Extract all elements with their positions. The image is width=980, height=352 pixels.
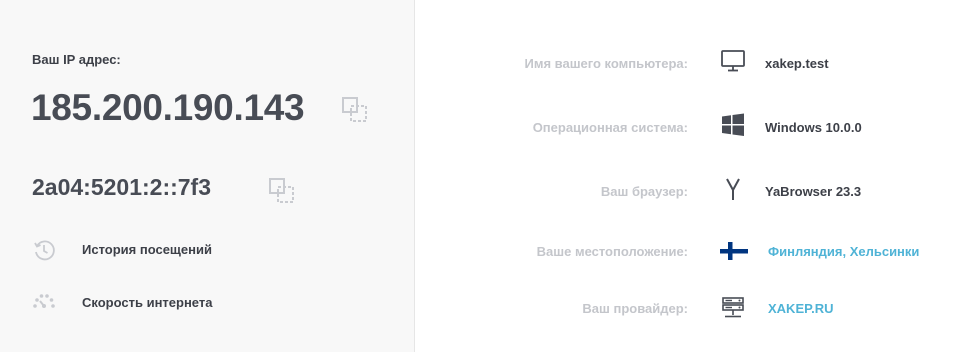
- history-icon: [34, 240, 55, 261]
- yandex-browser-icon: [726, 178, 740, 200]
- speed-link-label: Скорость интернета: [82, 295, 213, 310]
- history-link-label: История посещений: [82, 242, 212, 257]
- ipv6-address[interactable]: 2a04:5201:2::7f3: [32, 174, 211, 201]
- os-label: Операционная система:: [532, 120, 688, 135]
- windows-icon: [722, 113, 744, 136]
- provider-label: Ваш провайдер:: [582, 301, 688, 316]
- browser-label: Ваш браузер:: [600, 184, 688, 199]
- speedometer-icon: [33, 294, 55, 308]
- provider-value-link[interactable]: XAKEP.RU: [768, 301, 834, 316]
- location-label: Ваше местоположение:: [536, 244, 688, 259]
- os-value: Windows 10.0.0: [765, 120, 862, 135]
- computer-name-label: Имя вашего компьютера:: [524, 56, 688, 71]
- ip-label: Ваш IP адрес:: [32, 52, 121, 67]
- copy-ipv4-icon[interactable]: [341, 96, 369, 124]
- computer-name-value: xakep.test: [765, 56, 829, 71]
- ipv4-address[interactable]: 185.200.190.143: [31, 87, 305, 129]
- system-info-panel: [415, 0, 980, 352]
- monitor-icon: [721, 50, 745, 72]
- browser-value: YaBrowser 23.3: [765, 184, 862, 199]
- server-icon: [722, 297, 744, 318]
- finland-flag-icon: [720, 242, 748, 260]
- copy-ipv6-icon[interactable]: [268, 177, 296, 205]
- location-value-link[interactable]: Финляндия, Хельсинки: [768, 244, 919, 259]
- ip-panel: Ваш IP адрес: 185.200.190.143 2a04:5201:…: [0, 0, 415, 352]
